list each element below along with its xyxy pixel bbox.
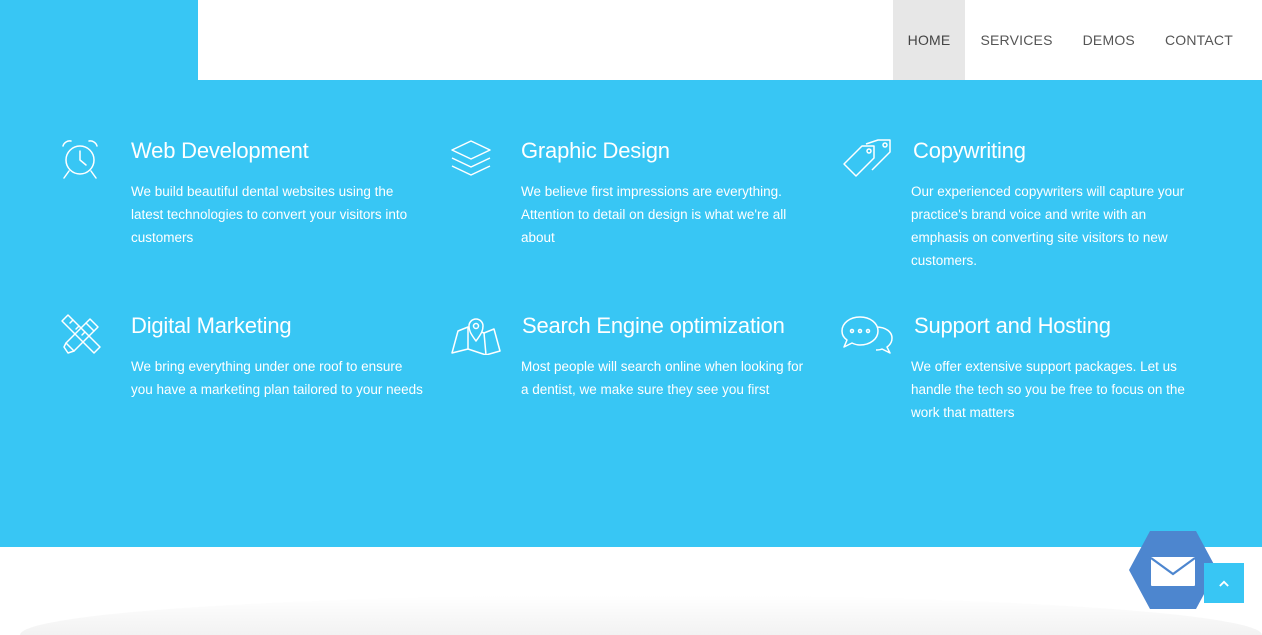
layers-icon — [450, 138, 492, 180]
chat-bubbles-icon — [840, 313, 894, 355]
service-title: Graphic Design — [521, 138, 670, 163]
service-text: We bring everything under one roof to en… — [131, 359, 423, 397]
service-text: We offer extensive support packages. Let… — [911, 359, 1185, 420]
price-tags-icon — [840, 138, 891, 180]
nav-home[interactable]: HOME — [892, 0, 966, 80]
nav-contact[interactable]: CONTACT — [1150, 0, 1248, 80]
services-section: Web Development We build beautiful denta… — [0, 80, 1262, 547]
nav-demos[interactable]: DEMOS — [1068, 0, 1150, 80]
service-title: Support and Hosting — [914, 313, 1111, 338]
nav-services[interactable]: SERVICES — [965, 0, 1067, 80]
service-title: Search Engine optimization — [522, 313, 785, 338]
map-pin-icon — [450, 313, 502, 355]
service-text: We believe first impressions are everyth… — [521, 184, 787, 245]
service-title: Web Development — [131, 138, 309, 163]
main-nav: HOME SERVICES DEMOS CONTACT — [892, 0, 1248, 80]
service-title: Copywriting — [913, 138, 1026, 163]
service-text: Most people will search online when look… — [521, 359, 804, 397]
scroll-to-top-button[interactable] — [1204, 563, 1244, 603]
service-text: Our experienced copywriters will capture… — [911, 184, 1185, 268]
service-text: We build beautiful dental websites using… — [131, 184, 408, 245]
pencil-ruler-icon — [60, 313, 102, 355]
navbar: HOME SERVICES DEMOS CONTACT — [198, 0, 1262, 80]
service-title: Digital Marketing — [131, 313, 292, 338]
header-left-block — [0, 0, 198, 80]
footer-shadow — [20, 595, 1262, 635]
chevron-up-icon — [1219, 580, 1229, 587]
alarm-clock-icon — [60, 138, 102, 180]
envelope-icon — [1150, 557, 1196, 586]
